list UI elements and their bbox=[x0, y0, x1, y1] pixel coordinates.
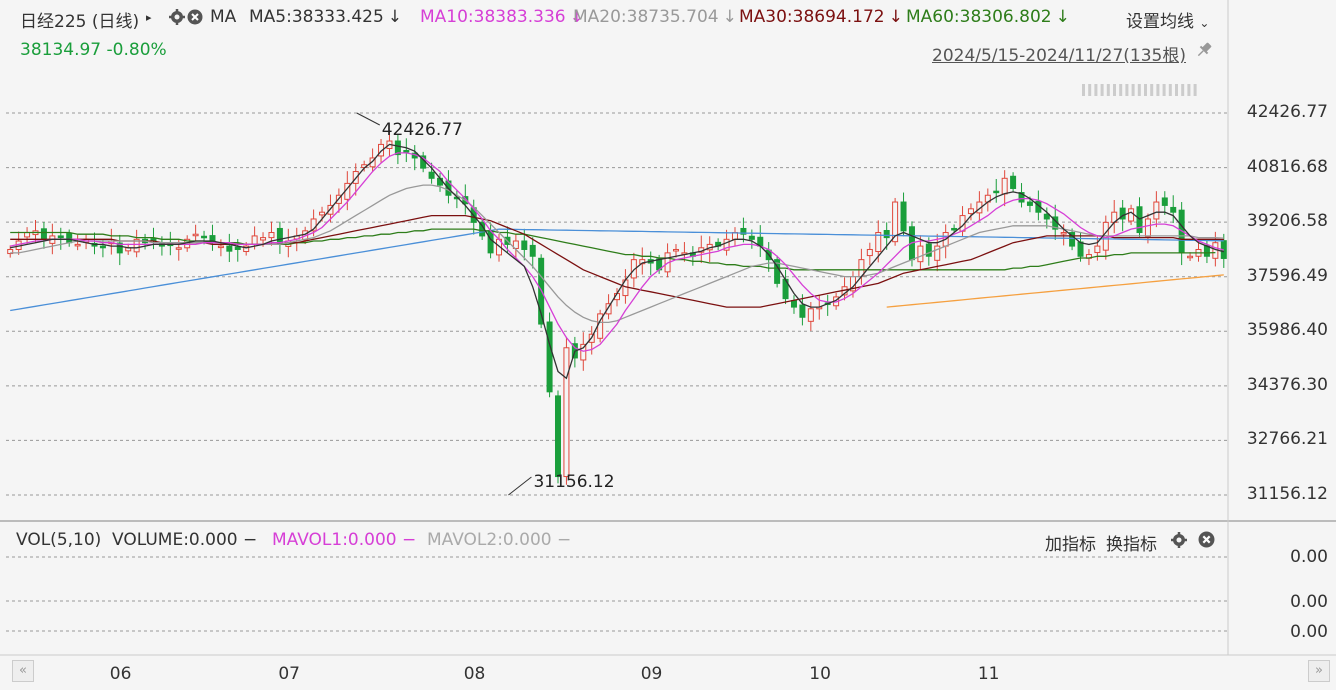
candle-body bbox=[521, 240, 528, 250]
candle-body bbox=[748, 235, 755, 240]
candle-body bbox=[790, 300, 797, 308]
candle-body bbox=[555, 395, 562, 478]
candle-body bbox=[883, 230, 890, 239]
candle-body bbox=[1077, 241, 1084, 257]
indicator-close-icon[interactable] bbox=[1198, 531, 1215, 552]
candle-body bbox=[672, 248, 679, 252]
x-tick-label: 06 bbox=[109, 664, 132, 684]
annotation-label: 31156.12 bbox=[533, 472, 614, 492]
vol-label: VOL(5,10) bbox=[16, 530, 102, 550]
vol-ytick: 0.00 bbox=[1290, 622, 1328, 642]
mavol1-value: MAVOL1:0.000 − bbox=[272, 530, 417, 550]
candle-body bbox=[192, 233, 199, 237]
candle-body bbox=[799, 304, 806, 318]
candle-body bbox=[1094, 245, 1101, 254]
candle-body bbox=[1128, 208, 1135, 222]
scroll-right-button[interactable]: » bbox=[1308, 660, 1330, 682]
candle-body bbox=[57, 235, 64, 239]
candle-body bbox=[951, 227, 958, 231]
candle-body bbox=[1187, 255, 1194, 259]
x-tick-label: 11 bbox=[977, 664, 1000, 684]
candle-body bbox=[403, 150, 410, 153]
candle-body bbox=[1001, 177, 1008, 195]
candle-body bbox=[260, 237, 267, 241]
y-tick-label: 37596.49 bbox=[1246, 265, 1328, 286]
annotation-arrow bbox=[508, 476, 532, 496]
candle-body bbox=[319, 211, 326, 216]
candle-body bbox=[1170, 206, 1177, 213]
scroll-left-button[interactable]: « bbox=[12, 660, 34, 682]
add-indicator-button[interactable]: 加指标 bbox=[1045, 530, 1096, 555]
volume-value: VOLUME:0.000 − bbox=[112, 530, 258, 550]
candle-body bbox=[1161, 197, 1168, 206]
vol-ytick: 0.00 bbox=[1290, 592, 1328, 612]
x-tick-label: 08 bbox=[463, 664, 486, 684]
candle-body bbox=[74, 243, 81, 247]
y-tick-label: 34376.30 bbox=[1246, 374, 1328, 395]
candle-body bbox=[487, 231, 494, 254]
annotation-label: 42426.77 bbox=[382, 120, 463, 140]
candle-body bbox=[1060, 232, 1067, 235]
candlestick-chart: 42426.77 31156.12 bbox=[0, 0, 1336, 656]
x-tick-label: 10 bbox=[809, 664, 831, 684]
vol-ytick: 0.00 bbox=[1290, 547, 1328, 567]
candle-body bbox=[900, 201, 907, 232]
candle-body bbox=[217, 245, 224, 249]
candle-body bbox=[226, 245, 233, 252]
candle-body bbox=[1043, 213, 1050, 220]
candle-body bbox=[201, 235, 208, 239]
candle-body bbox=[546, 321, 553, 393]
switch-indicator-button[interactable]: 换指标 bbox=[1106, 530, 1157, 555]
y-tick-label: 40816.68 bbox=[1246, 156, 1328, 177]
indicator-gear-icon[interactable] bbox=[1170, 531, 1188, 553]
ma-orange-line bbox=[886, 274, 1224, 308]
annotation-arrow bbox=[356, 112, 380, 126]
candle-body bbox=[917, 245, 924, 263]
candle-body bbox=[66, 233, 73, 244]
candle-body bbox=[1010, 175, 1017, 189]
candle-body bbox=[175, 247, 182, 250]
y-tick-label: 39206.58 bbox=[1246, 211, 1328, 232]
mavol2-value: MAVOL2:0.000 − bbox=[427, 530, 572, 550]
candle-body bbox=[967, 208, 974, 215]
x-tick-label: 09 bbox=[640, 664, 663, 684]
y-tick-label: 31156.12 bbox=[1246, 484, 1328, 504]
candle-body bbox=[234, 246, 241, 250]
candle-body bbox=[807, 308, 814, 322]
candle-body bbox=[1144, 218, 1151, 238]
candle-body bbox=[268, 232, 275, 239]
candle-body bbox=[563, 347, 570, 478]
candle-body bbox=[40, 228, 47, 240]
candle-body bbox=[428, 171, 435, 179]
candle-body bbox=[99, 245, 106, 249]
ma60-line bbox=[10, 228, 1216, 271]
y-tick-label: 42426.77 bbox=[1246, 102, 1328, 122]
y-tick-label: 35986.40 bbox=[1246, 320, 1328, 341]
candle-body bbox=[580, 343, 587, 361]
x-tick-label: 07 bbox=[278, 664, 300, 684]
candle-body bbox=[24, 232, 31, 238]
ma5-line bbox=[10, 143, 1224, 380]
candle-body bbox=[1026, 201, 1033, 206]
candle-body bbox=[925, 243, 932, 257]
ma10-line bbox=[10, 152, 1224, 352]
candle-body bbox=[993, 190, 1000, 194]
candle-body bbox=[866, 248, 873, 257]
candle-body bbox=[529, 244, 536, 257]
y-tick-label: 32766.21 bbox=[1246, 429, 1328, 450]
candle-body bbox=[1153, 201, 1160, 220]
candle-body bbox=[251, 235, 258, 245]
